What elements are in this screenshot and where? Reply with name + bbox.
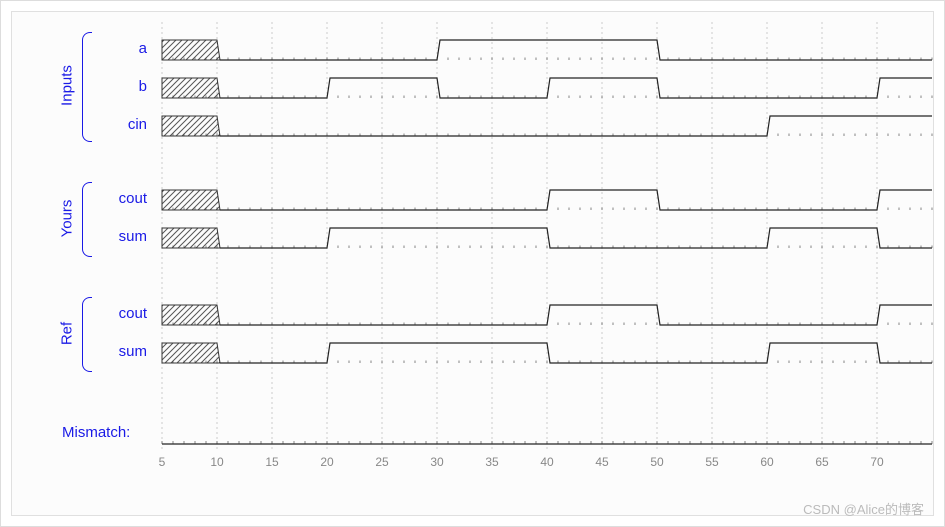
- ref-bracket: [82, 297, 92, 372]
- svg-text:50: 50: [650, 455, 664, 469]
- timing-diagram-container: Inputs a b cin Yours cout sum Ref cout s…: [11, 11, 934, 516]
- ref-group-label: Ref: [59, 294, 76, 374]
- svg-text:45: 45: [595, 455, 609, 469]
- signal-label-sum-r: sum: [97, 343, 147, 360]
- svg-text:40: 40: [540, 455, 554, 469]
- signal-label-b: b: [97, 78, 147, 95]
- svg-text:20: 20: [320, 455, 334, 469]
- timing-chart: 5 10 15 20 25 30 35 40 45 50 55 60 65 70: [162, 12, 932, 492]
- svg-text:35: 35: [485, 455, 499, 469]
- signal-label-cout-y: cout: [97, 190, 147, 207]
- svg-text:15: 15: [265, 455, 279, 469]
- svg-text:55: 55: [705, 455, 719, 469]
- svg-text:65: 65: [815, 455, 829, 469]
- watermark: CSDN @Alice的博客: [803, 499, 924, 518]
- signal-label-a: a: [97, 40, 147, 57]
- inputs-bracket: [82, 32, 92, 142]
- signal-label-cin: cin: [97, 116, 147, 133]
- signal-label-cout-r: cout: [97, 305, 147, 322]
- yours-bracket: [82, 182, 92, 257]
- svg-text:5: 5: [159, 455, 166, 469]
- svg-text:60: 60: [760, 455, 774, 469]
- svg-text:25: 25: [375, 455, 389, 469]
- svg-text:70: 70: [870, 455, 884, 469]
- svg-text:10: 10: [210, 455, 224, 469]
- yours-group-label: Yours: [59, 179, 76, 259]
- mismatch-label: Mismatch:: [62, 424, 130, 441]
- inputs-group-label: Inputs: [59, 46, 76, 126]
- svg-text:30: 30: [430, 455, 444, 469]
- signal-label-sum-y: sum: [97, 228, 147, 245]
